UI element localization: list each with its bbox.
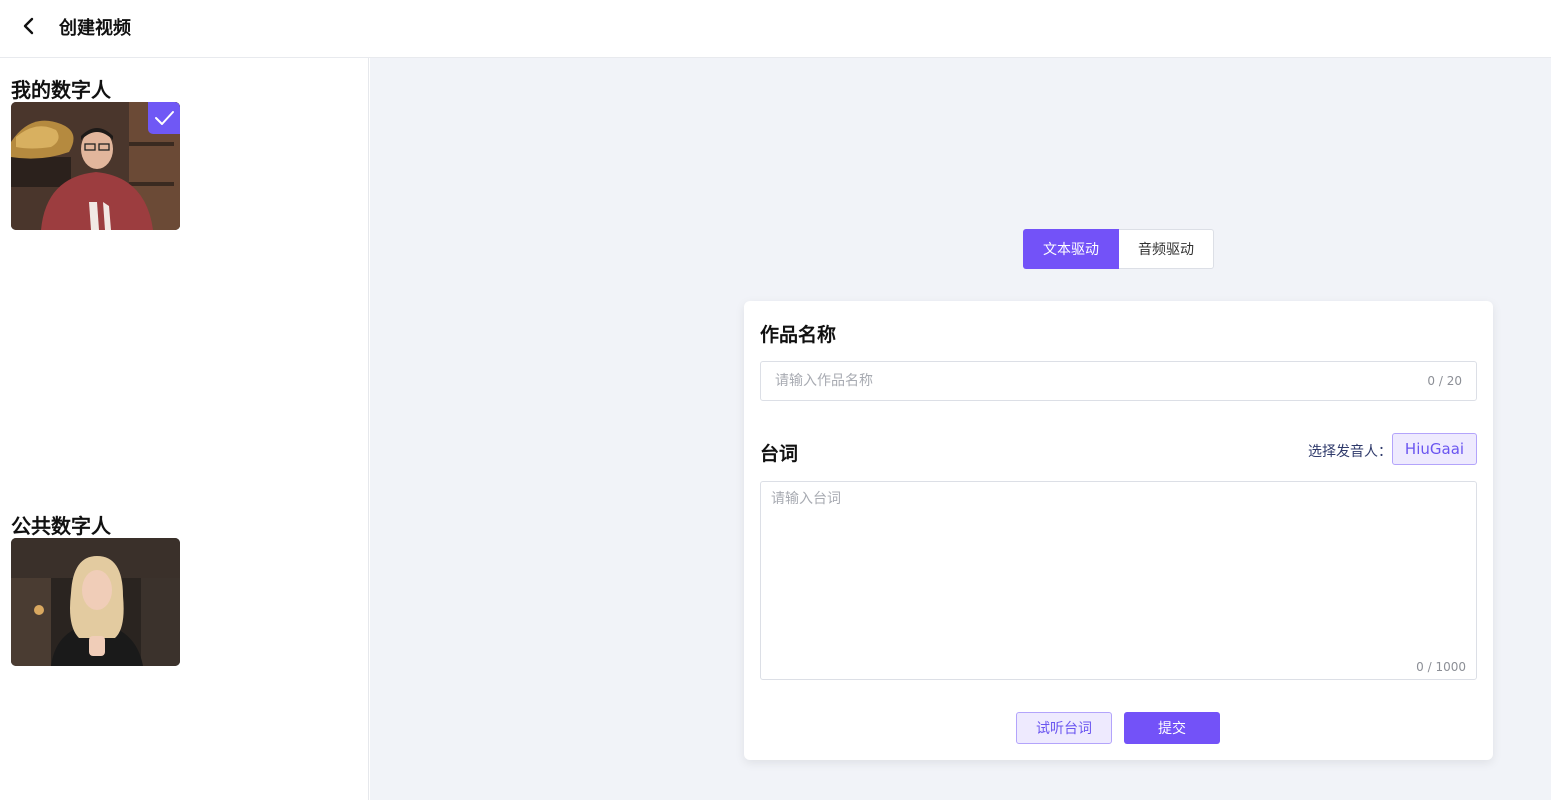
my-avatar-thumbnail[interactable]: [11, 102, 180, 230]
work-name-label: 作品名称: [760, 324, 837, 346]
submit-button[interactable]: 提交: [1124, 712, 1220, 744]
page-title: 创建视频: [59, 18, 131, 39]
selected-check-icon: [148, 102, 180, 134]
video-form-card: 作品名称 0 / 20 台词 选择发音人： HiuGaai 0 / 1000 试…: [744, 301, 1493, 760]
script-label: 台词: [760, 443, 799, 465]
work-name-input[interactable]: [775, 362, 1415, 400]
my-avatars-title: 我的数字人: [11, 78, 111, 102]
script-field: 0 / 1000: [760, 481, 1477, 680]
speaker-select-button[interactable]: HiuGaai: [1392, 433, 1477, 465]
preview-script-button[interactable]: 试听台词: [1016, 712, 1112, 744]
tab-text-drive[interactable]: 文本驱动: [1023, 229, 1119, 269]
work-name-counter: 0 / 20: [1427, 374, 1462, 388]
drive-mode-tabs: 文本驱动 音频驱动: [1023, 229, 1214, 269]
chevron-left-icon[interactable]: [18, 14, 40, 38]
public-avatars-title: 公共数字人: [11, 514, 111, 538]
script-counter: 0 / 1000: [1416, 660, 1466, 674]
public-avatar-thumbnail[interactable]: [11, 538, 180, 666]
tab-audio-drive[interactable]: 音频驱动: [1119, 229, 1214, 269]
script-textarea[interactable]: [771, 488, 1461, 648]
top-header: 创建视频: [0, 0, 1551, 58]
speaker-label: 选择发音人：: [1308, 444, 1392, 460]
work-name-field: 0 / 20: [760, 361, 1477, 401]
avatar-sidebar: 我的数字人 公共数字人: [0, 58, 369, 800]
